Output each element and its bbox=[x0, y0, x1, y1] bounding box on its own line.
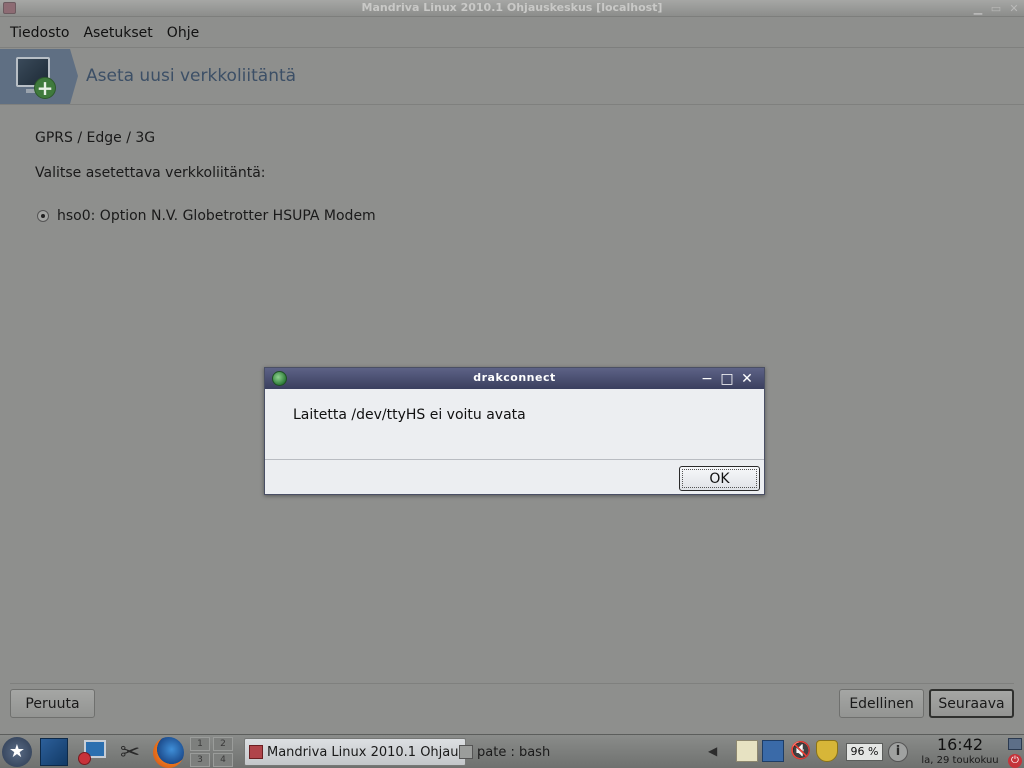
firefox-icon[interactable] bbox=[153, 737, 184, 768]
error-dialog: drakconnect − □ ✕ Laitetta /dev/ttyHS ei… bbox=[264, 367, 765, 495]
update-shield-icon[interactable] bbox=[816, 740, 838, 762]
interface-option-label: hso0: Option N.V. Globetrotter HSUPA Mod… bbox=[57, 208, 376, 224]
tray-expand-arrow-icon[interactable]: ◀ bbox=[708, 744, 717, 758]
wizard-banner: + Aseta uusi verkkoliitäntä bbox=[0, 49, 1024, 105]
menubar: Tiedosto Asetukset Ohje bbox=[0, 18, 1024, 48]
next-button[interactable]: Seuraava bbox=[929, 689, 1014, 718]
dialog-message: Laitetta /dev/ttyHS ei voitu avata bbox=[293, 407, 526, 423]
clock[interactable]: 16:42 la, 29 toukokuu bbox=[912, 736, 1008, 767]
interface-prompt: Valitse asetettava verkkoliitäntä: bbox=[35, 165, 266, 181]
star-menu-icon[interactable]: ★ bbox=[2, 737, 32, 767]
taskbar-task-terminal[interactable]: pate : bash bbox=[455, 738, 675, 766]
pager-desktop-2[interactable]: 2 bbox=[213, 737, 233, 751]
clock-date: la, 29 toukokuu bbox=[921, 755, 999, 766]
minimize-icon[interactable]: ▁ bbox=[972, 2, 984, 15]
network-icon[interactable] bbox=[762, 740, 784, 762]
clipboard-icon[interactable] bbox=[736, 740, 758, 762]
terminal-task-icon bbox=[459, 745, 473, 759]
menu-settings[interactable]: Asetukset bbox=[83, 25, 152, 41]
previous-button[interactable]: Edellinen bbox=[839, 689, 924, 718]
dialog-title: drakconnect bbox=[473, 371, 556, 384]
window-controls: ▁ ▭ ✕ bbox=[972, 0, 1020, 17]
power-icon[interactable]: ⏻ bbox=[1008, 754, 1022, 768]
volume-muted-icon[interactable]: 🔇 bbox=[790, 740, 812, 762]
tools-icon[interactable]: ✂ bbox=[116, 738, 144, 766]
pager-desktop-4[interactable]: 4 bbox=[213, 753, 233, 767]
desktop-pager: 1 2 3 4 bbox=[190, 737, 234, 767]
taskbar: ★ ✂ 1 2 3 4 Mandriva Linux 2010.1 Ohjaus… bbox=[0, 734, 1024, 768]
lock-screen-icon[interactable] bbox=[1008, 738, 1022, 750]
radio-selected-icon[interactable] bbox=[37, 210, 49, 222]
close-icon[interactable]: ✕ bbox=[1008, 2, 1020, 15]
dialog-titlebar[interactable]: drakconnect − □ ✕ bbox=[265, 368, 764, 389]
window-title: Mandriva Linux 2010.1 Ohjauskeskus [loca… bbox=[361, 1, 663, 14]
dialog-minimize-icon[interactable]: − bbox=[700, 371, 714, 387]
dialog-close-icon[interactable]: ✕ bbox=[740, 371, 754, 387]
pager-desktop-3[interactable]: 3 bbox=[190, 753, 210, 767]
cancel-button[interactable]: Peruuta bbox=[10, 689, 95, 718]
plus-icon: + bbox=[34, 77, 56, 99]
task-label: Mandriva Linux 2010.1 Ohjauskeskus bbox=[267, 744, 466, 760]
control-center-launcher-icon[interactable] bbox=[78, 738, 106, 766]
interface-option-hso0[interactable]: hso0: Option N.V. Globetrotter HSUPA Mod… bbox=[37, 208, 376, 224]
window-titlebar[interactable]: Mandriva Linux 2010.1 Ohjauskeskus [loca… bbox=[0, 0, 1024, 17]
menu-help[interactable]: Ohje bbox=[167, 25, 199, 41]
footer-separator bbox=[10, 683, 1014, 684]
taskbar-task-control-center[interactable]: Mandriva Linux 2010.1 Ohjauskeskus bbox=[244, 738, 466, 766]
show-desktop-icon[interactable] bbox=[40, 738, 68, 766]
maximize-icon[interactable]: ▭ bbox=[990, 2, 1002, 15]
ok-button[interactable]: OK bbox=[679, 466, 760, 491]
dialog-maximize-icon[interactable]: □ bbox=[720, 371, 734, 387]
control-center-task-icon bbox=[249, 745, 263, 759]
connection-type-label: GPRS / Edge / 3G bbox=[35, 130, 156, 146]
battery-indicator[interactable]: 96 % bbox=[846, 743, 883, 761]
dialog-window-controls: − □ ✕ bbox=[700, 368, 754, 389]
info-icon[interactable]: i bbox=[888, 742, 908, 762]
task-label: pate : bash bbox=[477, 744, 551, 760]
menu-file[interactable]: Tiedosto bbox=[10, 25, 69, 41]
banner-title: Aseta uusi verkkoliitäntä bbox=[86, 66, 297, 86]
clock-time: 16:42 bbox=[936, 735, 984, 754]
dialog-separator bbox=[265, 459, 764, 460]
pager-desktop-1[interactable]: 1 bbox=[190, 737, 210, 751]
